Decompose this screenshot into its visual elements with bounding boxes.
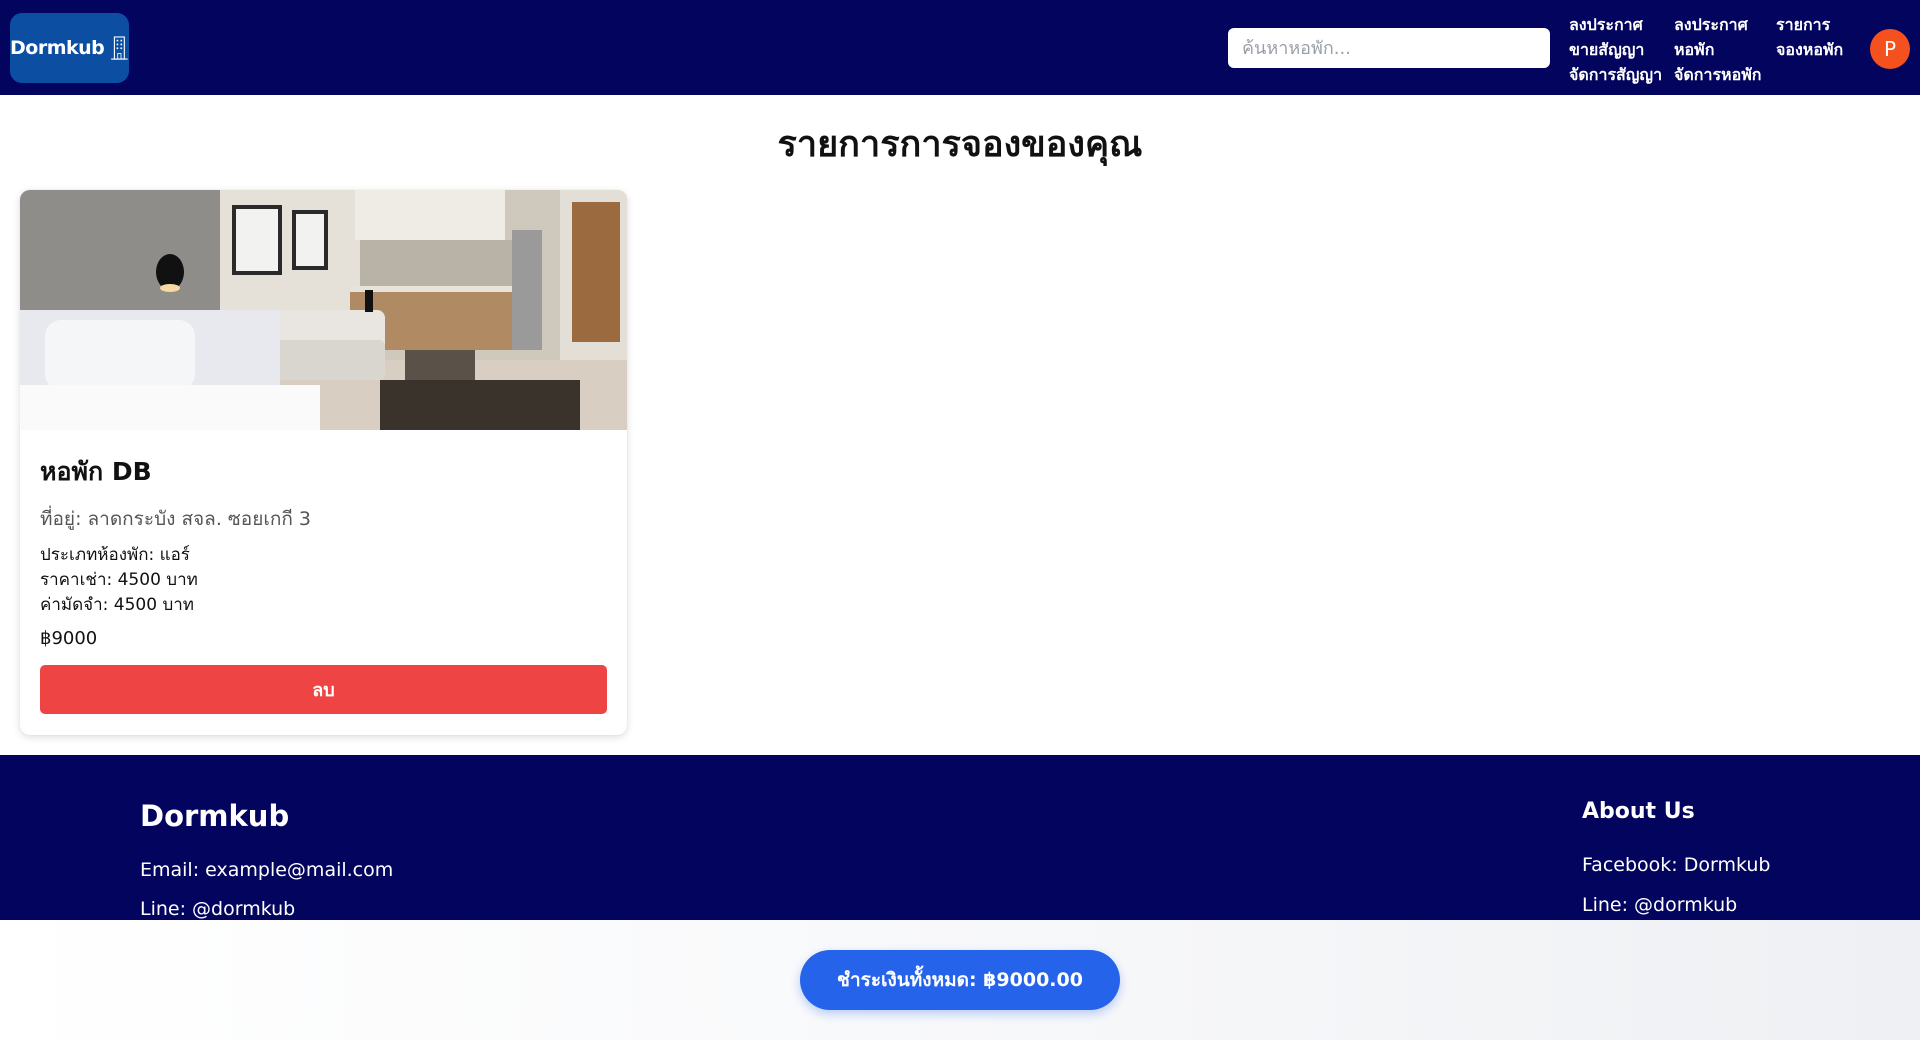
nav-dorm[interactable]: ลงประกาศ หอพัก จัดการหอพัก <box>1674 12 1761 87</box>
logo[interactable]: Dormkub <box>10 13 129 83</box>
booking-card: หอพัก DB ที่อยู่: ลาดกระบัง สจล. ซอยเกกี… <box>20 190 627 735</box>
footer-about-title: About Us <box>1582 799 1695 824</box>
avatar[interactable]: P <box>1870 29 1910 69</box>
rent-price: ราคาเช่า: 4500 บาท <box>40 570 198 590</box>
room-image <box>20 190 627 430</box>
footer-about-line[interactable]: Line: @dormkub <box>1582 894 1737 916</box>
building-icon <box>111 36 128 60</box>
footer: Dormkub Email: example@mail.com Line: @d… <box>0 755 1920 920</box>
deposit-price: ค่ามัดจำ: 4500 บาท <box>40 595 195 615</box>
top-navbar: Dormkub ลงประกาศ ขายสัญญา จัดการสัญญา ลง… <box>0 0 1920 95</box>
card-body: หอพัก DB ที่อยู่: ลาดกระบัง สจล. ซอยเกกี… <box>40 452 607 618</box>
footer-brand: Dormkub <box>140 799 290 833</box>
footer-line: Line: @dormkub <box>140 898 296 920</box>
dorm-info: ประเภทห้องพัก: แอร์ ราคาเช่า: 4500 บาท ค… <box>40 543 607 618</box>
footer-facebook[interactable]: Facebook: Dormkub <box>1582 854 1770 876</box>
search-input[interactable] <box>1228 28 1550 68</box>
room-type: ประเภทห้องพัก: แอร์ <box>40 545 190 565</box>
dorm-name: หอพัก DB <box>40 457 152 486</box>
nav-bookings[interactable]: รายการ จองหอพัก <box>1776 12 1843 62</box>
pay-bar: ชำระเงินทั้งหมด: ฿9000.00 <box>0 920 1920 1040</box>
dorm-address: ที่อยู่: ลาดกระบัง สจล. ซอยเกกี 3 <box>40 508 311 530</box>
pay-all-button[interactable]: ชำระเงินทั้งหมด: ฿9000.00 <box>800 950 1120 1010</box>
page-title: รายการการจองของคุณ <box>777 124 1143 165</box>
logo-text: Dormkub <box>10 37 105 59</box>
booking-total: ฿9000 <box>40 628 98 649</box>
nav-contract[interactable]: ลงประกาศ ขายสัญญา จัดการสัญญา <box>1569 12 1662 87</box>
delete-button[interactable]: ลบ <box>40 665 607 714</box>
footer-email: Email: example@mail.com <box>140 859 394 881</box>
